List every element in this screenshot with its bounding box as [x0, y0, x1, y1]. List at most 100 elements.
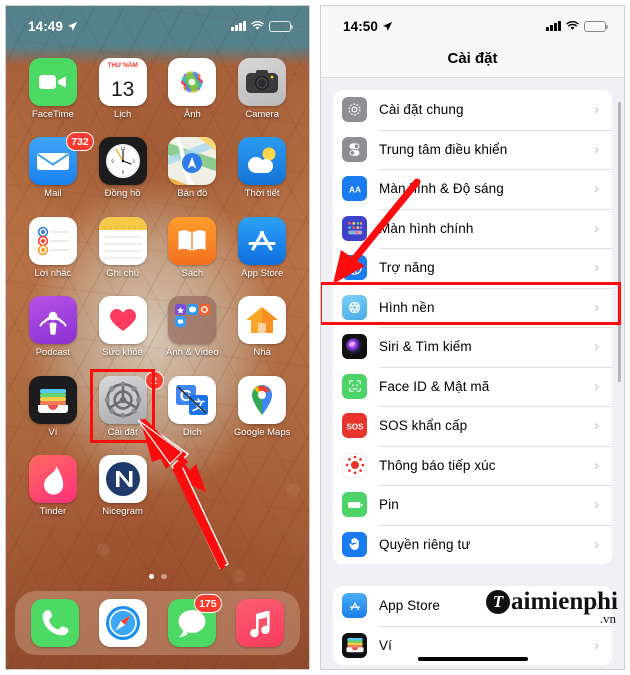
status-time: 14:50 — [343, 18, 379, 34]
signal-bars-icon — [546, 21, 561, 31]
settings-row-face-id[interactable]: Face ID & Mật mã › — [333, 366, 612, 406]
settings-group-main: Cài đặt chung › Trung tâm điều khiển › A… — [333, 90, 612, 564]
app-label: Nicegram — [102, 506, 143, 518]
dock-app-phone[interactable] — [31, 599, 80, 647]
chevron-right-icon: › — [594, 259, 599, 277]
home-screen: 14:49 FaceTime THỨ NĂM 13 Lịch Ảnh Camer… — [6, 6, 309, 669]
battery-icon — [584, 20, 608, 32]
signal-bars-icon — [231, 21, 246, 31]
left-phone-home-screen: 14:49 FaceTime THỨ NĂM 13 Lịch Ảnh Camer… — [0, 0, 315, 675]
app-label: Nhà — [253, 347, 271, 359]
home-status-bar: 14:49 — [6, 6, 309, 40]
wallpaper-row-highlight-box — [321, 282, 621, 325]
app-photos[interactable]: Ảnh — [158, 58, 228, 120]
settings-row-general[interactable]: Cài đặt chung › — [333, 90, 612, 130]
location-arrow-icon — [382, 21, 393, 31]
wallet-icon — [28, 375, 77, 424]
watermark-taimienphi: T aimienphi .vn — [486, 589, 618, 627]
chevron-right-icon: › — [594, 140, 599, 158]
camera-icon — [238, 58, 287, 106]
settings-row-display-brightness[interactable]: AA Màn hình & Độ sáng › — [333, 169, 612, 209]
row-label: Cài đặt chung — [379, 102, 464, 118]
home-screen-icon — [342, 215, 367, 241]
app-label: Bản đồ — [177, 188, 208, 200]
app-label: Thời tiết — [244, 188, 280, 200]
app-tinder[interactable]: Tinder — [18, 455, 88, 517]
music-icon — [235, 599, 284, 647]
calendar-icon: THỨ NĂM 13 — [98, 58, 147, 106]
row-label: Màn hình chính — [379, 220, 474, 236]
page-dot-active[interactable] — [148, 573, 154, 579]
vertical-scrollbar[interactable] — [618, 102, 621, 382]
app-podcasts[interactable]: Podcast — [18, 296, 88, 358]
svg-text:SOS: SOS — [346, 422, 364, 431]
app-google-maps[interactable]: Google Maps — [227, 375, 297, 438]
row-label: Face ID & Mật mã — [379, 378, 490, 394]
chevron-right-icon: › — [594, 535, 599, 553]
screenshot-stage: 14:49 FaceTime THỨ NĂM 13 Lịch Ảnh Camer… — [0, 0, 630, 675]
row-label: Siri & Tìm kiếm — [379, 339, 472, 355]
row-label: Màn hình & Độ sáng — [379, 181, 504, 197]
app-badge: 175 — [194, 594, 222, 613]
settings-row-sos[interactable]: SOS SOS khẩn cấp › — [333, 406, 612, 446]
settings-row-control-center[interactable]: Trung tâm điều khiển › — [333, 129, 612, 169]
app-folder-photos-video[interactable]: Ảnh & Video — [158, 296, 228, 358]
app-clock[interactable]: 12 3 69 Đồng hồ — [88, 137, 158, 199]
app-weather[interactable]: Thời tiết — [227, 137, 297, 199]
chevron-right-icon: › — [594, 219, 599, 237]
app-reminders[interactable]: Lời nhắc — [18, 216, 88, 279]
status-time: 14:49 — [28, 18, 64, 34]
accessibility-icon — [342, 255, 367, 281]
app-notes[interactable]: Ghi chú — [88, 216, 158, 279]
podcasts-icon — [28, 296, 77, 345]
watermark-domain: .vn — [599, 611, 616, 626]
app-health[interactable]: Sức khỏe — [88, 296, 158, 358]
wifi-icon — [566, 21, 579, 30]
chevron-right-icon: › — [594, 496, 599, 514]
row-label: Trung tâm điều khiển — [379, 141, 508, 157]
app-maps[interactable]: Bản đồ — [158, 137, 228, 199]
health-icon — [98, 296, 147, 345]
row-label: Pin — [379, 497, 399, 513]
calendar-weekday: THỨ NĂM — [98, 58, 147, 73]
dock-app-messages[interactable]: 175 — [167, 594, 222, 647]
app-wallet[interactable]: Ví — [18, 375, 88, 438]
app-camera[interactable]: Camera — [227, 58, 297, 120]
row-label: Quyền riêng tư — [379, 536, 471, 552]
app-google-translate[interactable]: G 文 Dịch — [158, 375, 228, 438]
app-facetime[interactable]: FaceTime — [18, 58, 88, 120]
settings-row-exposure-notifications[interactable]: Thông báo tiếp xúc › — [333, 445, 612, 485]
app-mail[interactable]: 732 Mail — [18, 132, 94, 199]
app-home[interactable]: Nhà — [227, 296, 297, 358]
page-dot[interactable] — [161, 573, 167, 579]
app-label: Ví — [48, 426, 58, 438]
row-label: Thông báo tiếp xúc — [379, 457, 496, 473]
dock-app-safari[interactable] — [99, 599, 148, 647]
photos-icon — [168, 58, 217, 106]
app-calendar[interactable]: THỨ NĂM 13 Lịch — [88, 58, 158, 120]
nav-title: Cài đặt — [321, 40, 624, 78]
books-icon — [168, 216, 217, 265]
google-translate-icon: G 文 — [168, 375, 217, 424]
chevron-right-icon: › — [594, 101, 599, 119]
app-books[interactable]: Sách — [158, 216, 228, 279]
app-badge: 732 — [66, 132, 94, 152]
app-app-store[interactable]: App Store — [227, 216, 297, 279]
safari-icon — [99, 599, 148, 647]
dock-app-music[interactable] — [235, 599, 284, 647]
app-nicegram[interactable]: Nicegram — [88, 455, 158, 517]
chevron-right-icon: › — [594, 338, 599, 356]
app-label: Podcast — [35, 347, 71, 359]
app-label: Sức khỏe — [102, 347, 143, 359]
location-arrow-icon — [67, 21, 78, 31]
app-label: Camera — [245, 109, 280, 120]
folder-icon — [168, 296, 217, 345]
settings-list[interactable]: Cài đặt chung › Trung tâm điều khiển › A… — [321, 78, 624, 669]
facetime-icon — [28, 58, 77, 106]
settings-row-siri-search[interactable]: Siri & Tìm kiếm › — [333, 327, 612, 367]
settings-row-home-screen[interactable]: Màn hình chính › — [333, 208, 612, 248]
settings-row-battery[interactable]: Pin › — [333, 485, 612, 525]
settings-row-privacy[interactable]: Quyền riêng tư › — [333, 524, 612, 564]
dock: 175 — [15, 591, 300, 655]
settings-app-highlight-box — [90, 369, 155, 443]
